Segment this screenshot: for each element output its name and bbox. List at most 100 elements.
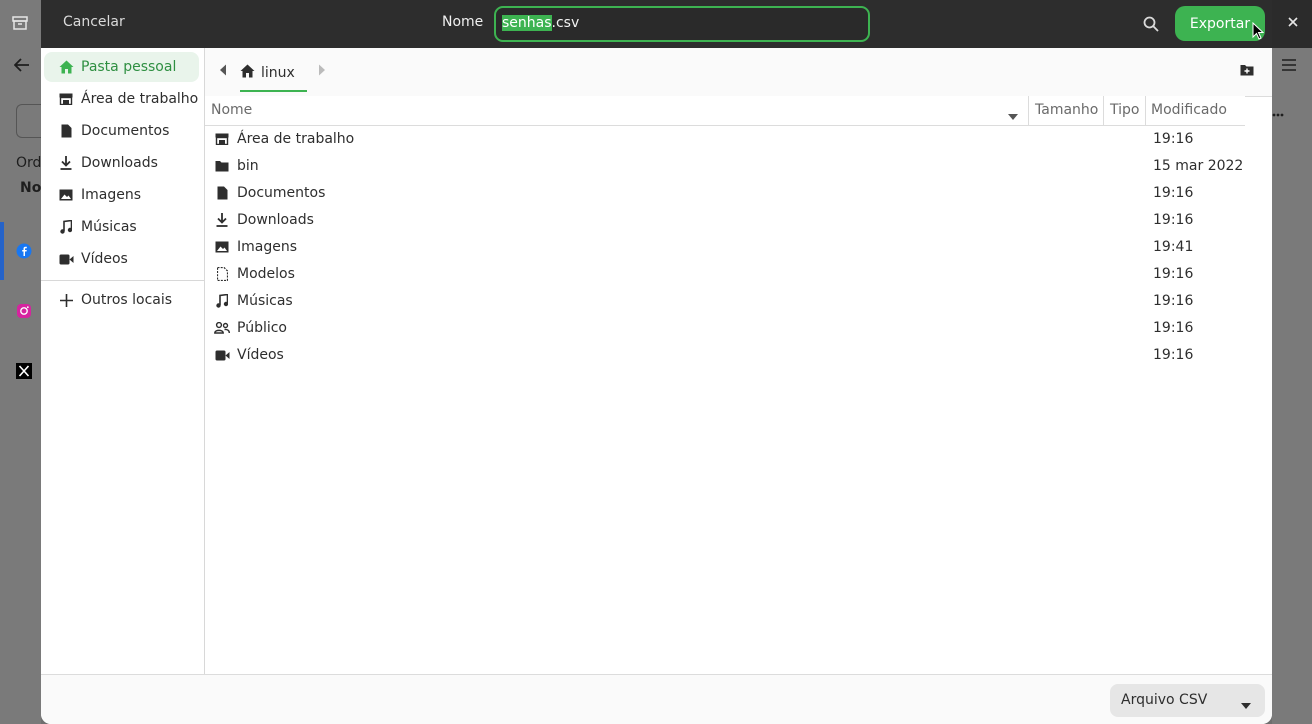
row-name: Modelos [237, 266, 295, 282]
sort-descending-icon[interactable] [1008, 108, 1018, 124]
table-row[interactable]: Imagens 19:41 [205, 234, 1272, 261]
path-back-arrow-icon[interactable] [219, 64, 227, 80]
cancel-button[interactable]: Cancelar [63, 14, 125, 30]
row-name: Vídeos [237, 347, 284, 363]
path-crumb-home[interactable]: linux [240, 56, 307, 92]
sidebar-item-label: Outros locais [81, 292, 173, 308]
row-modified: 15 mar 2022 [1153, 158, 1244, 174]
background-selection-indicator [0, 222, 4, 280]
document-icon [213, 185, 231, 201]
background-name-label: Non [20, 180, 41, 196]
file-list: Área de trabalho 19:16 bin 15 mar 2022 D… [205, 126, 1272, 369]
row-modified: 19:16 [1153, 320, 1194, 336]
desktop-icon [56, 93, 76, 105]
column-header-name[interactable]: Nome [211, 102, 252, 118]
search-button[interactable] [1139, 12, 1163, 36]
search-icon [1143, 16, 1159, 32]
dialog-footer: Arquivo CSV [41, 674, 1272, 724]
table-row[interactable]: Área de trabalho 19:16 [205, 126, 1272, 153]
document-icon [56, 124, 76, 138]
table-row[interactable]: Modelos 19:16 [205, 261, 1272, 288]
sidebar-item-images[interactable]: Imagens [44, 180, 199, 210]
background-app-left-strip: Orde Non [0, 0, 42, 724]
folder-icon [213, 158, 231, 174]
filename-value: senhas.csv [502, 15, 579, 31]
sidebar-item-videos[interactable]: Vídeos [44, 244, 199, 274]
column-header-size[interactable]: Tamanho [1035, 102, 1098, 118]
row-modified: 19:16 [1153, 347, 1194, 363]
file-chooser-dialog: Cancelar Nome senhas.csv Exportar Pasta … [41, 0, 1272, 724]
x-logo-icon [14, 362, 34, 380]
sidebar-item-label: Documentos [81, 123, 170, 139]
music-icon [213, 293, 231, 309]
background-app-right-strip [1272, 48, 1312, 724]
more-options-icon[interactable] [1272, 108, 1284, 122]
sidebar-item-documents[interactable]: Documentos [44, 116, 199, 146]
row-modified: 19:16 [1153, 293, 1194, 309]
sidebar-item-label: Pasta pessoal [81, 59, 177, 75]
filename-input[interactable]: senhas.csv [494, 6, 870, 42]
row-name: Público [237, 320, 287, 336]
home-icon [56, 60, 76, 74]
public-icon [213, 320, 231, 336]
row-name: bin [237, 158, 259, 174]
sidebar-item-desktop[interactable]: Área de trabalho [44, 84, 199, 114]
chevron-down-icon [1241, 697, 1251, 713]
table-row[interactable]: Downloads 19:16 [205, 207, 1272, 234]
sidebar-item-label: Área de trabalho [81, 91, 199, 107]
filename-label: Nome [442, 14, 484, 30]
sidebar-item-downloads[interactable]: Downloads [44, 148, 199, 178]
path-crumb-label: linux [261, 65, 295, 81]
row-name: Área de trabalho [237, 131, 355, 147]
background-search-box[interactable] [16, 104, 42, 138]
row-name: Downloads [237, 212, 314, 228]
download-icon [213, 212, 231, 228]
sidebar-item-music[interactable]: Músicas [44, 212, 199, 242]
table-row[interactable]: Público 19:16 [205, 315, 1272, 342]
video-icon [213, 347, 231, 363]
table-row[interactable]: Vídeos 19:16 [205, 342, 1272, 369]
file-type-dropdown[interactable]: Arquivo CSV [1110, 684, 1265, 717]
sidebar-item-label: Vídeos [81, 251, 128, 267]
path-bar: linux [205, 48, 1272, 97]
sidebar-item-label: Downloads [81, 155, 158, 171]
column-header-type[interactable]: Tipo [1110, 102, 1139, 118]
row-modified: 19:16 [1153, 266, 1194, 282]
sidebar-item-home[interactable]: Pasta pessoal [44, 52, 199, 82]
plus-icon [56, 293, 76, 307]
template-icon [213, 266, 231, 282]
path-forward-arrow-icon[interactable] [318, 64, 326, 80]
filename-selected-text: senhas [502, 15, 552, 31]
new-folder-icon[interactable] [1240, 64, 1254, 80]
close-icon[interactable] [1284, 13, 1302, 31]
video-icon [56, 254, 76, 265]
row-name: Documentos [237, 185, 326, 201]
download-icon [56, 156, 76, 170]
instagram-icon [14, 302, 34, 320]
table-row[interactable]: bin 15 mar 2022 [205, 153, 1272, 180]
column-header-modified[interactable]: Modificado [1151, 102, 1227, 118]
back-arrow-icon[interactable] [12, 56, 32, 74]
row-name: Músicas [237, 293, 293, 309]
archive-icon[interactable] [10, 14, 30, 32]
dialog-headerbar: Cancelar Nome senhas.csv Exportar [41, 0, 1272, 48]
table-row[interactable]: Documentos 19:16 [205, 180, 1272, 207]
table-row[interactable]: Músicas 19:16 [205, 288, 1272, 315]
row-name: Imagens [237, 239, 298, 255]
hamburger-menu-icon[interactable] [1280, 58, 1298, 72]
filename-extension-text: .csv [551, 15, 580, 31]
background-sort-label: Orde [16, 155, 41, 171]
sidebar-item-other-locations[interactable]: Outros locais [44, 285, 199, 315]
row-modified: 19:16 [1153, 212, 1194, 228]
column-divider [1028, 96, 1029, 125]
column-divider [1145, 96, 1146, 125]
image-icon [213, 239, 231, 255]
music-icon [56, 220, 76, 234]
row-modified: 19:16 [1153, 185, 1194, 201]
sidebar-item-label: Músicas [81, 219, 137, 235]
places-sidebar: Pasta pessoal Área de trabalho Documento… [41, 48, 205, 674]
mouse-cursor-icon [1252, 21, 1265, 44]
desktop-icon [213, 131, 231, 147]
file-list-header: Nome Tamanho Tipo Modificado [205, 96, 1245, 126]
column-divider [1103, 96, 1104, 125]
